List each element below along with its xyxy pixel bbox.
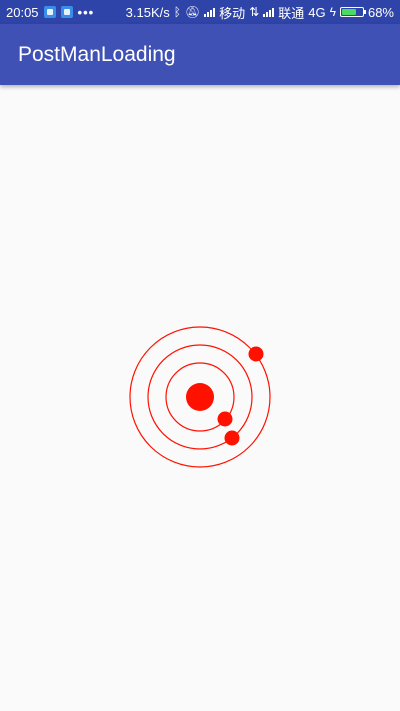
data-activity-icon: ⇅ [249,5,260,19]
status-time: 20:05 [6,4,39,20]
signal-icon [204,7,216,17]
signal-icon-2 [263,7,275,17]
more-notifications-icon: ••• [77,4,95,20]
battery-fill [341,9,356,15]
battery-percent: 68% [367,4,394,20]
app-title: PostManLoading [18,42,176,66]
carrier-1-label: 移动 [219,5,246,21]
middle-orbit-dot [224,430,240,446]
usb-icon [43,6,56,18]
status-bar-left: 20:05 ••• [6,5,94,20]
outer-orbit-dot [248,346,264,362]
network-type: 4G [308,4,326,20]
charging-icon: ϟ [329,5,336,19]
network-speed: 3.15K/s [125,4,170,20]
main-content [0,85,400,711]
center-dot [186,383,214,411]
carrier-2-label: 联通 [278,5,305,21]
battery-icon [339,7,366,17]
postman-loading-animation [129,326,271,468]
bluetooth-icon: ᛒ [173,5,181,19]
notification-icon [60,6,73,18]
app-bar: PostManLoading [0,24,400,85]
status-bar: 20:05 ••• 3.15K/s ᛒ 🔕︎ 移动 ⇅ 联通 4G ϟ 68% [0,0,400,24]
inner-orbit-dot [217,411,233,427]
status-bar-right: 3.15K/s ᛒ 🔕︎ 移动 ⇅ 联通 4G ϟ 68% [126,3,394,22]
alarm-muted-icon: 🔕︎ [184,5,201,19]
